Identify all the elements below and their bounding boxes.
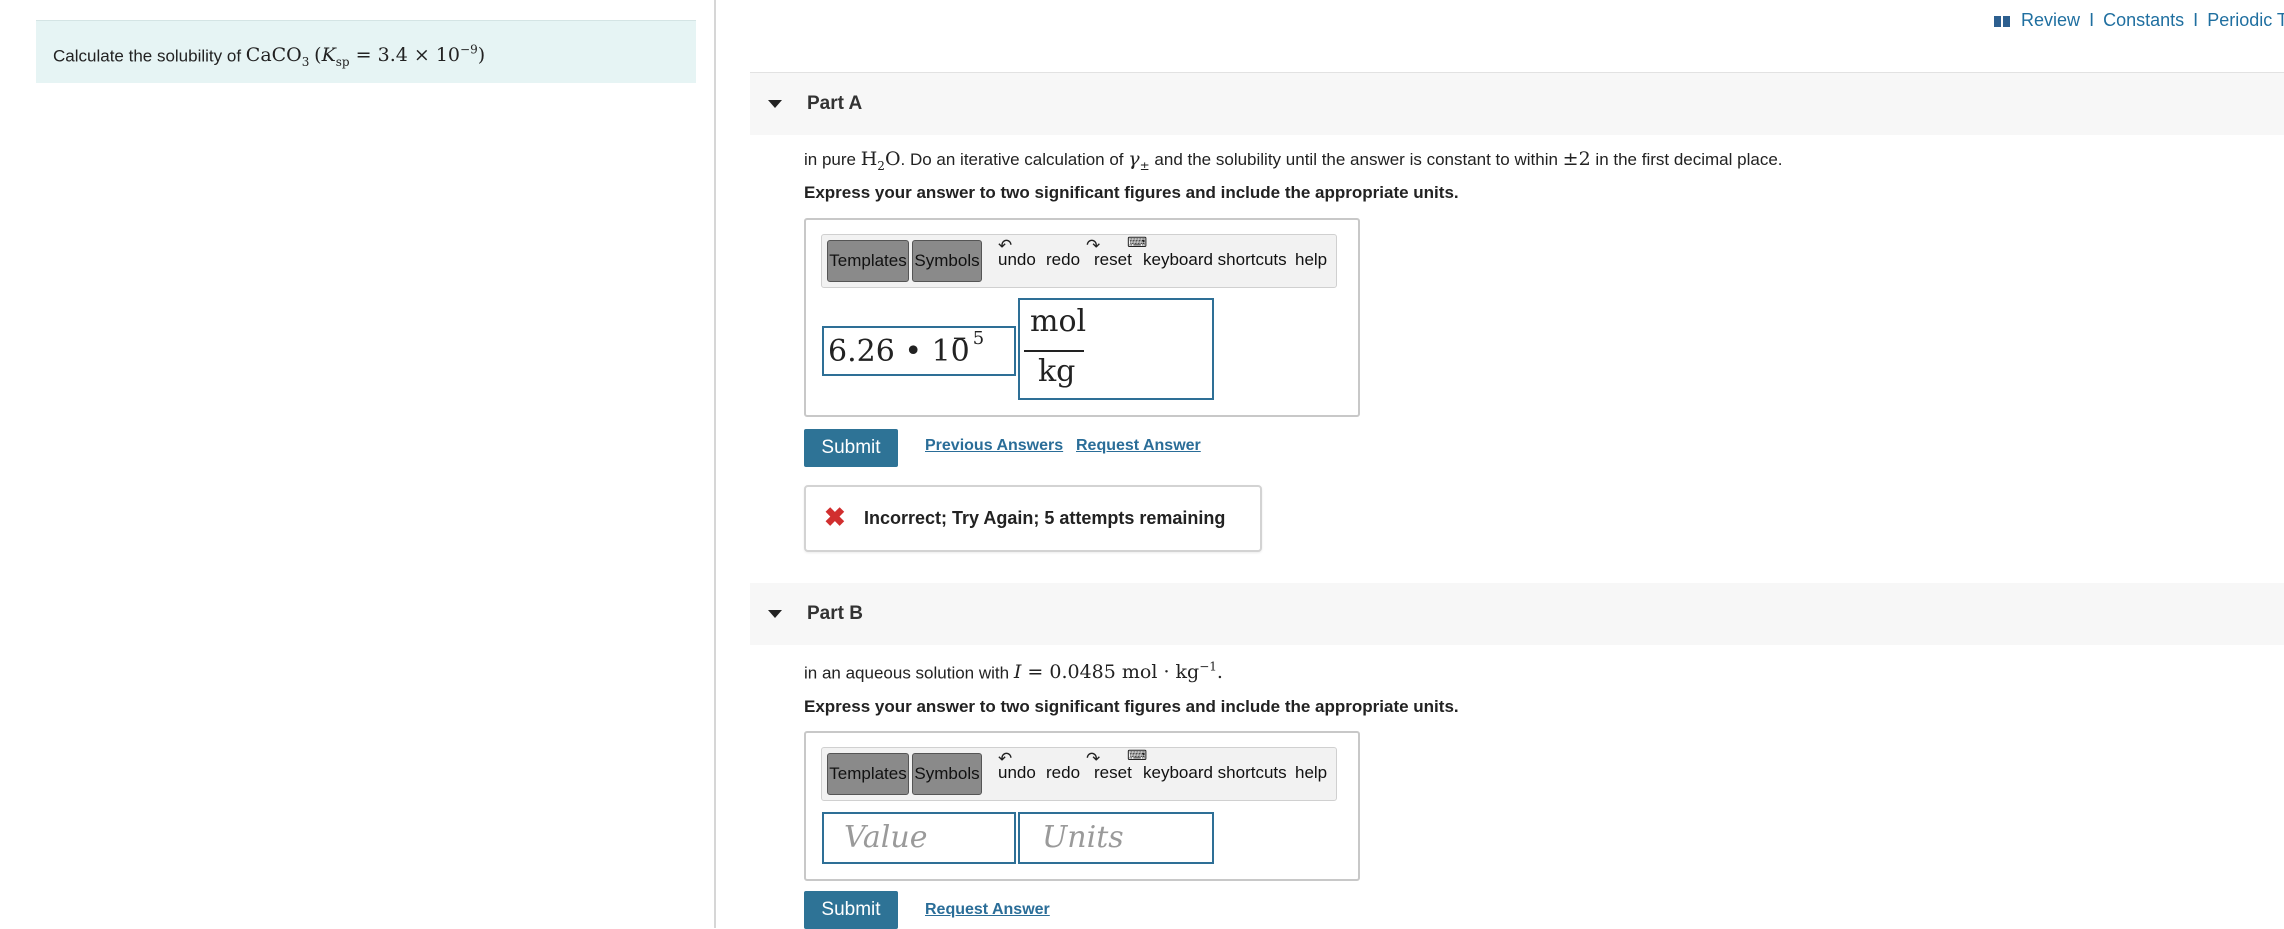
constants-link[interactable]: Constants — [2103, 10, 2184, 30]
previous-answers-link[interactable]: Previous Answers — [925, 437, 1063, 455]
templates-button[interactable]: Templates — [827, 753, 909, 795]
part-b-title: Part B — [807, 603, 863, 624]
symbols-button[interactable]: Symbols — [912, 240, 982, 282]
part-a-header[interactable]: Part A — [750, 72, 2284, 135]
problem-panel: Calculate the solubility of CaCO3 (Ksp =… — [0, 0, 716, 928]
error-x-icon: ✖ — [824, 502, 846, 532]
link-separator: I — [2193, 10, 2199, 30]
fraction-bar — [1024, 350, 1084, 352]
problem-statement: Calculate the solubility of CaCO3 (Ksp =… — [53, 38, 485, 74]
value-input[interactable]: Value — [822, 812, 1016, 864]
ksp-expression: (Ksp = 3.4 × 10−9) — [314, 43, 486, 70]
resource-links: Review I Constants I Periodic Table — [1994, 10, 2284, 31]
templates-button[interactable]: Templates — [827, 240, 909, 282]
part-b-question: in an aqueous solution with I = 0.0485 m… — [804, 660, 1223, 684]
part-b-submit-button[interactable]: Submit — [804, 891, 898, 929]
redo-button[interactable]: ↷ redo — [1046, 236, 1100, 270]
math-toolbar: Templates Symbols ↶ undo ↷ redo reset ⌨ key… — [821, 234, 1337, 288]
symbols-button[interactable]: Symbols — [912, 753, 982, 795]
keyboard-shortcuts-button[interactable]: ⌨ keyboard shortcuts — [1127, 234, 1287, 270]
part-a-submit-button[interactable]: Submit — [804, 429, 898, 467]
collapse-triangle-icon[interactable] — [768, 610, 782, 618]
compound-formula: CaCO3 — [245, 44, 310, 70]
problem-statement-box: Calculate the solubility of CaCO3 (Ksp =… — [36, 20, 696, 83]
keyboard-icon: ⌨ — [1127, 747, 1148, 763]
reset-button[interactable]: reset — [1094, 250, 1132, 270]
undo-button[interactable]: ↶ undo — [998, 749, 1036, 783]
part-a-question: in pure H2O. Do an iterative calculation… — [804, 148, 1783, 173]
review-link[interactable]: Review — [2021, 10, 2080, 30]
feedback-message: ✖ Incorrect; Try Again; 5 attempts remai… — [804, 485, 1262, 552]
keyboard-shortcuts-button[interactable]: ⌨ keyboard shortcuts — [1127, 747, 1287, 783]
units-input[interactable]: Units — [1018, 812, 1214, 864]
periodic-table-link[interactable]: Periodic Table — [2207, 10, 2284, 30]
part-a-instructions: Express your answer to two significant f… — [804, 183, 1459, 202]
part-b-answer-panel: Templates Symbols ↶ undo ↷ redo reset ⌨ key… — [804, 731, 1360, 881]
part-b-header[interactable]: Part B — [750, 583, 2284, 645]
keyboard-icon: ⌨ — [1127, 234, 1148, 250]
redo-button[interactable]: ↷ redo — [1046, 749, 1100, 783]
math-toolbar: Templates Symbols ↶ undo ↷ redo reset ⌨ key… — [821, 747, 1337, 801]
help-button[interactable]: help — [1295, 763, 1327, 783]
help-button[interactable]: help — [1295, 250, 1327, 270]
collapse-triangle-icon[interactable] — [768, 100, 782, 108]
units-input[interactable]: mol kg — [1018, 298, 1214, 400]
part-a-title: Part A — [807, 93, 863, 114]
link-separator: I — [2089, 10, 2095, 30]
undo-button[interactable]: ↶ undo — [998, 236, 1036, 270]
book-icon — [1994, 15, 2010, 27]
undo-icon: ↶ — [998, 749, 1013, 768]
value-input[interactable]: 6.26 • 10 − 5 — [822, 326, 1016, 376]
feedback-text: Incorrect; Try Again; 5 attempts remaini… — [864, 508, 1226, 528]
part-a-answer-panel: Templates Symbols ↶ undo ↷ redo reset ⌨ key… — [804, 218, 1360, 417]
undo-icon: ↶ — [998, 236, 1013, 255]
part-b-instructions: Express your answer to two significant f… — [804, 697, 1459, 716]
part-a-request-answer-link[interactable]: Request Answer — [1076, 437, 1201, 455]
problem-prefix: Calculate the solubility of — [53, 46, 242, 66]
part-b-request-answer-link[interactable]: Request Answer — [925, 901, 1050, 919]
reset-button[interactable]: reset — [1094, 763, 1132, 783]
